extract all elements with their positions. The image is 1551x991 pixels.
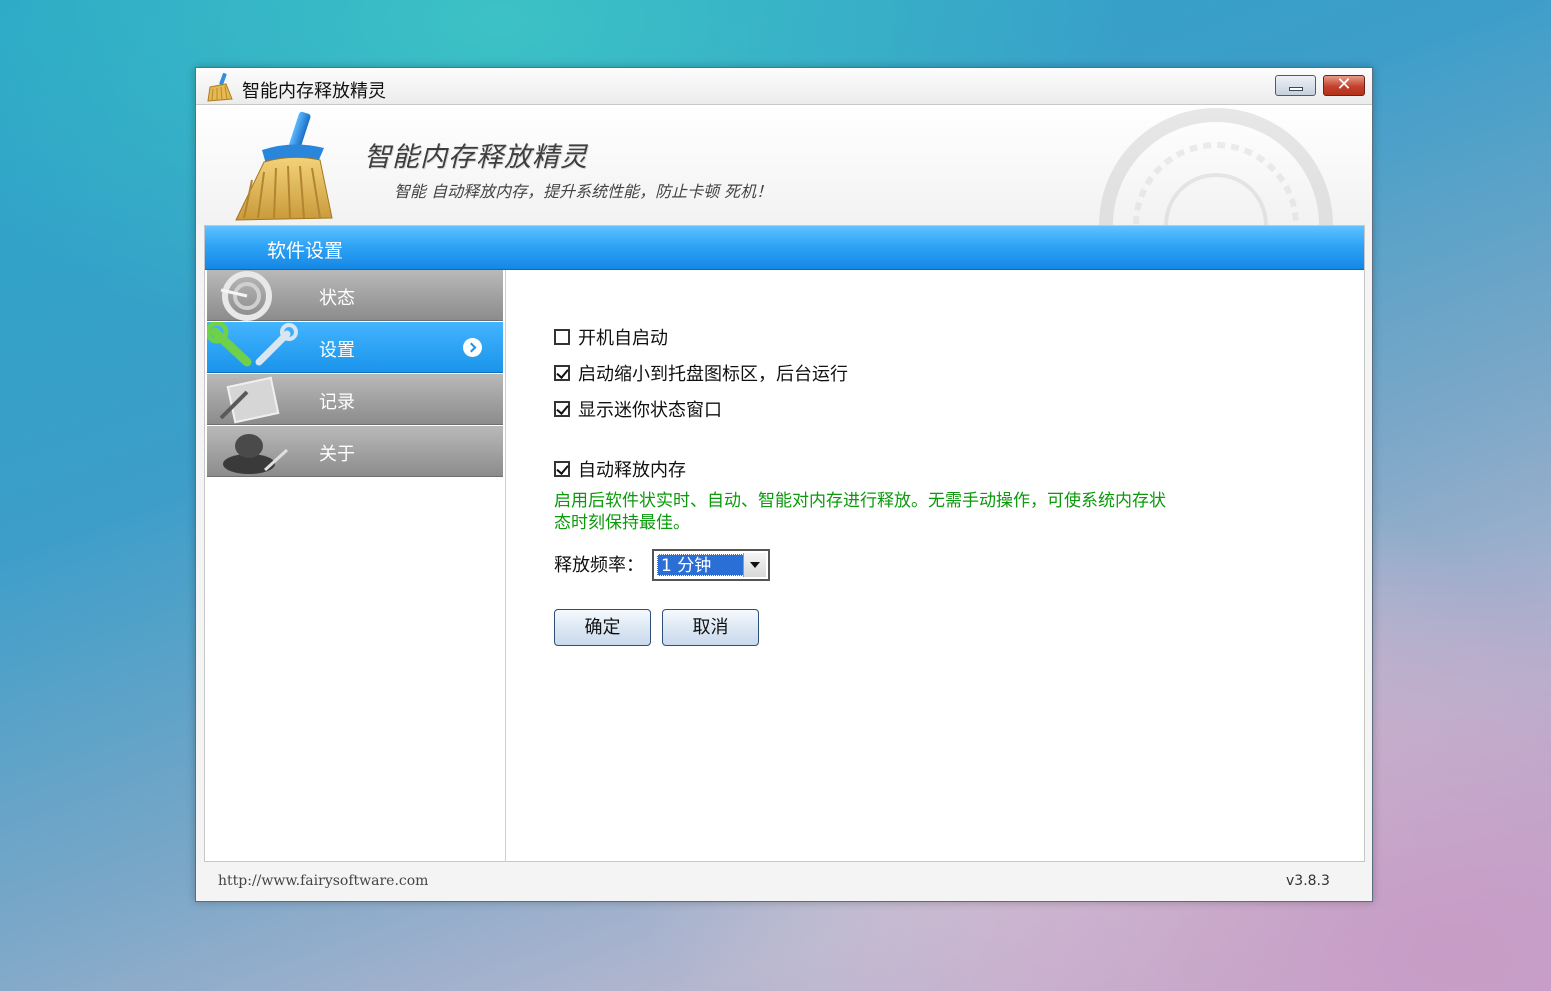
app-window: 智能内存释放精灵 ✕ 智能内存释放精灵 智能 自动释放内存，提升系统性能，防止卡… — [195, 67, 1373, 902]
checkbox-label: 启动缩小到托盘图标区，后台运行 — [578, 364, 848, 385]
sidebar-item-status[interactable]: 状态 — [207, 270, 503, 321]
auto-release-memory-checkbox[interactable] — [554, 461, 570, 477]
auto-release-description: 启用后软件状实时、自动、智能对内存进行释放。无需手动操作，可使系统内存状态时刻保… — [554, 491, 1166, 533]
mini-status-window-checkbox-row[interactable]: 显示迷你状态窗口 — [554, 396, 722, 422]
title-bar[interactable]: 智能内存释放精灵 ✕ — [196, 68, 1372, 105]
section-title: 软件设置 — [267, 240, 344, 262]
checkbox-label: 自动释放内存 — [578, 460, 686, 481]
ok-button[interactable]: 确定 — [554, 609, 651, 646]
sidebar-item-settings[interactable]: 设置 — [207, 322, 503, 373]
autostart-checkbox[interactable] — [554, 329, 570, 345]
settings-content: 开机自启动 启动缩小到托盘图标区，后台运行 显示迷你状态窗口 自动释放内存 启用… — [506, 270, 1364, 861]
auto-release-memory-checkbox-row[interactable]: 自动释放内存 — [554, 456, 686, 482]
sidebar-item-label: 设置 — [319, 340, 355, 361]
checkbox-label: 开机自启动 — [578, 328, 668, 349]
gauge-decoration-icon — [1099, 108, 1333, 225]
website-url: http://www.fairysoftware.com — [218, 873, 429, 889]
autostart-checkbox-row[interactable]: 开机自启动 — [554, 324, 668, 350]
section-header: 软件设置 — [205, 226, 1364, 270]
settings-panel: 软件设置 状态 设置 记录 关于 开机自启动 启动缩小到托盘图标区，后台运行 显… — [204, 225, 1365, 862]
sidebar-item-log[interactable]: 记录 — [207, 374, 503, 425]
release-frequency-label: 释放频率： — [554, 555, 644, 576]
app-header: 智能内存释放精灵 智能 自动释放内存，提升系统性能，防止卡顿 死机！ — [196, 105, 1372, 225]
close-button[interactable]: ✕ — [1323, 74, 1365, 96]
chevron-down-icon[interactable] — [743, 553, 766, 577]
sidebar-item-about[interactable]: 关于 — [207, 426, 503, 477]
minimize-button[interactable] — [1275, 75, 1316, 96]
version-label: v3.8.3 — [1286, 873, 1330, 889]
log-icon — [219, 376, 280, 424]
app-title: 智能内存释放精灵 — [364, 142, 588, 173]
chevron-right-icon — [463, 338, 482, 357]
wrench-icon — [207, 322, 298, 367]
close-icon: ✕ — [1336, 74, 1352, 95]
broom-logo-icon — [235, 111, 333, 221]
sidebar: 状态 设置 记录 关于 — [205, 270, 506, 861]
checkbox-label: 显示迷你状态窗口 — [578, 400, 722, 421]
minimize-to-tray-checkbox[interactable] — [554, 365, 570, 381]
about-icon — [223, 434, 289, 474]
broom-icon — [207, 72, 233, 102]
mini-status-window-checkbox[interactable] — [554, 401, 570, 417]
app-slogan: 智能 自动释放内存，提升系统性能，防止卡顿 死机！ — [394, 182, 773, 201]
release-frequency-select[interactable]: 1 分钟 — [652, 549, 770, 581]
sidebar-item-label: 状态 — [319, 288, 355, 309]
gauge-icon — [220, 271, 272, 321]
sidebar-item-label: 关于 — [319, 444, 355, 465]
minimize-to-tray-checkbox-row[interactable]: 启动缩小到托盘图标区，后台运行 — [554, 360, 848, 386]
release-frequency-value: 1 分钟 — [657, 554, 745, 576]
cancel-button[interactable]: 取消 — [662, 609, 759, 646]
window-title: 智能内存释放精灵 — [242, 81, 386, 102]
sidebar-item-label: 记录 — [319, 392, 355, 413]
